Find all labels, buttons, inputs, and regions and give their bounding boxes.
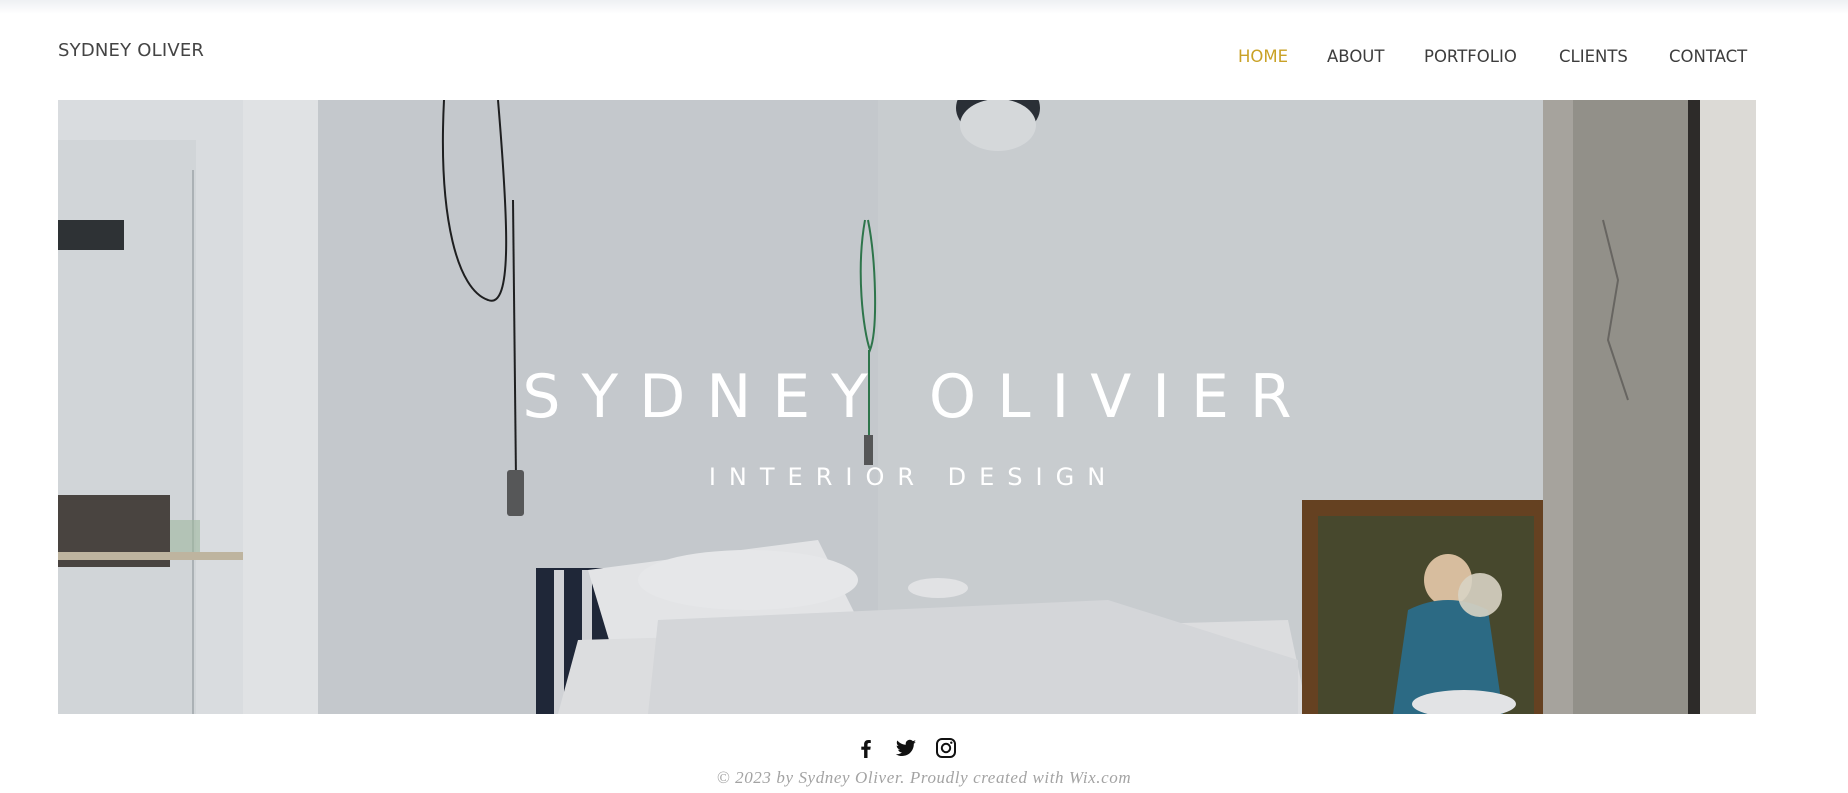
top-shadow	[0, 0, 1848, 14]
hero-title: SYDNEY OLIVIER	[522, 362, 1313, 432]
hero-subtitle: INTERIOR DESIGN	[708, 463, 1119, 491]
hero-section: SYDNEY OLIVIER INTERIOR DESIGN	[58, 100, 1756, 714]
facebook-link[interactable]	[854, 736, 878, 760]
footer-copyright: © 2023 by Sydney Oliver. Proudly created…	[716, 768, 1132, 787]
instagram-icon	[936, 738, 956, 758]
nav-item-home[interactable]: HOME	[1238, 47, 1288, 66]
instagram-link[interactable]	[934, 736, 958, 760]
nav-item-clients[interactable]: CLIENTS	[1559, 47, 1628, 66]
nav-item-contact[interactable]: CONTACT	[1669, 47, 1747, 66]
nav-item-portfolio[interactable]: PORTFOLIO	[1424, 47, 1517, 66]
main-nav: HOME ABOUT PORTFOLIO CLIENTS CONTACT	[0, 47, 1848, 69]
facebook-icon	[861, 740, 871, 758]
twitter-link[interactable]	[894, 736, 918, 760]
nav-item-about[interactable]: ABOUT	[1327, 47, 1384, 66]
twitter-icon	[895, 739, 916, 756]
social-bar	[854, 736, 964, 760]
